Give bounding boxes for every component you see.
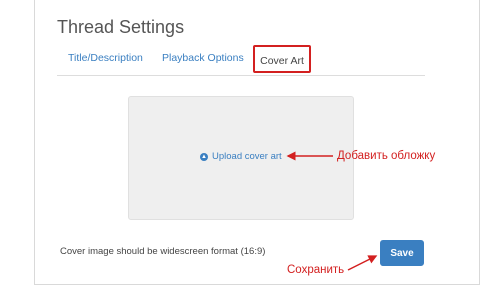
annotation-arrow-save [347,255,378,271]
annotation-arrows [286,151,378,271]
